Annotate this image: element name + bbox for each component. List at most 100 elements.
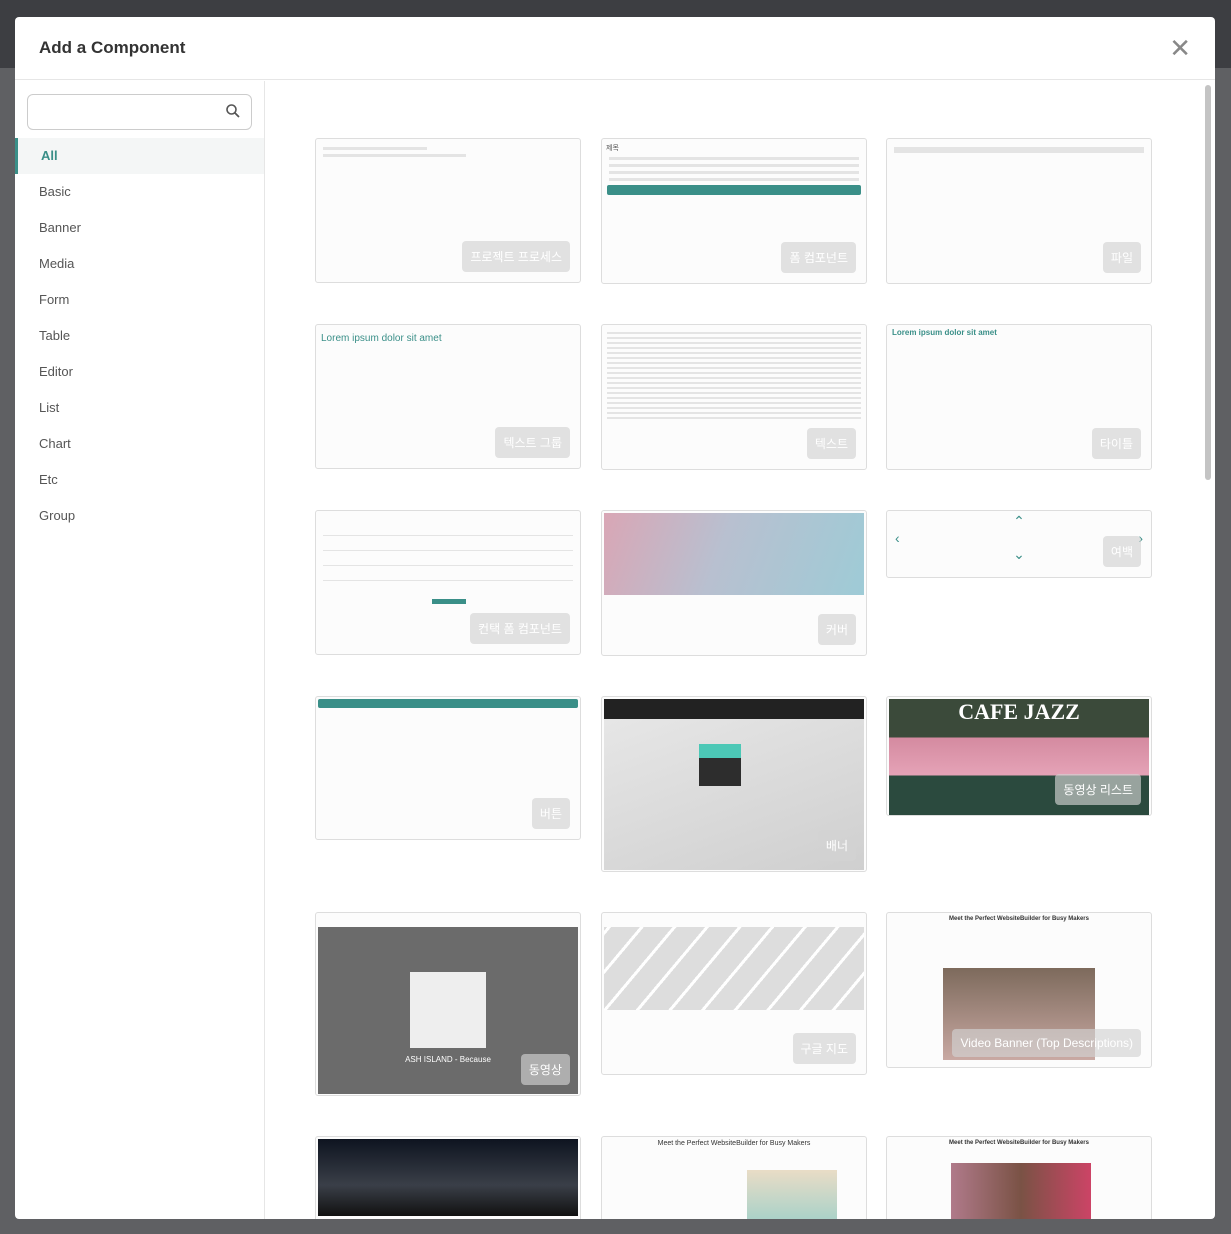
add-component-modal: Add a Component ✕ All Basic Banner Media For… [15, 17, 1215, 1219]
component-preview [609, 157, 859, 160]
component-preview [323, 580, 573, 581]
component-card[interactable]: ⌃‹›⌄여백 [886, 510, 1152, 578]
component-card[interactable]: Meet the Perfect WebsiteBuilder for Busy… [886, 1136, 1152, 1219]
sidebar-item-basic[interactable]: Basic [15, 174, 264, 210]
component-card[interactable]: CAFE JAZZ 동영상 리스트 [886, 696, 1152, 816]
component-card[interactable]: Meet the Perfect WebsiteBuilder for Busy… [601, 1136, 867, 1219]
component-preview [323, 550, 573, 551]
component-preview [607, 392, 861, 394]
component-card[interactable]: 텍스트 [601, 324, 867, 470]
component-preview [607, 402, 861, 404]
component-label: 구글 지도 [792, 1033, 856, 1064]
component-label: 폼 컴포넌트 [781, 242, 856, 273]
component-preview [607, 397, 861, 399]
component-preview [607, 367, 861, 369]
component-card[interactable]: 배너 [601, 696, 867, 872]
component-card[interactable]: 구글 지도 [601, 912, 867, 1075]
component-label: 텍스트 [806, 428, 856, 459]
component-preview [699, 744, 741, 786]
sidebar-item-editor[interactable]: Editor [15, 354, 264, 390]
component-label: 프로젝트 프로세스 [462, 241, 570, 272]
component-preview: Meet the Perfect WebsiteBuilder for Busy… [949, 916, 1089, 922]
component-preview [607, 332, 861, 334]
component-card[interactable]: Lorem ipsum dolor sit amet 타이틀 [886, 324, 1152, 470]
component-label: Video Banner (Top Descriptions) [952, 1029, 1141, 1057]
component-preview [607, 337, 861, 339]
component-card[interactable]: 커버 [601, 510, 867, 656]
component-preview [318, 521, 578, 604]
component-card[interactable]: 버튼 [315, 696, 581, 840]
component-card[interactable]: 제목 폼 컴포넌트 [601, 138, 867, 284]
component-preview [318, 1139, 578, 1216]
component-preview [318, 699, 578, 708]
component-preview [747, 1170, 837, 1219]
component-label: 배너 [817, 830, 856, 861]
sidebar-item-table[interactable]: Table [15, 318, 264, 354]
component-preview [889, 143, 1149, 157]
search-icon[interactable] [225, 103, 241, 119]
component-preview [410, 972, 486, 1048]
component-preview [604, 699, 864, 719]
component-preview [607, 387, 861, 389]
component-preview [604, 927, 864, 1010]
scrollbar[interactable] [1205, 85, 1211, 480]
modal-title: Add a Component [39, 38, 186, 57]
component-card[interactable]: 파일 [886, 138, 1152, 284]
component-preview [609, 178, 859, 181]
component-preview [607, 417, 861, 419]
component-preview [607, 185, 861, 195]
component-preview [607, 342, 861, 344]
sidebar-item-media[interactable]: Media [15, 246, 264, 282]
sidebar-item-etc[interactable]: Etc [15, 462, 264, 498]
sidebar-item-all[interactable]: All [15, 138, 264, 174]
component-preview [894, 147, 1144, 153]
sidebar-item-form[interactable]: Form [15, 282, 264, 318]
search-input[interactable] [28, 95, 251, 129]
close-icon[interactable]: ✕ [1169, 35, 1191, 61]
component-card[interactable]: 프로젝트 프로세스 [315, 138, 581, 283]
component-preview [604, 329, 864, 422]
component-preview [604, 513, 864, 595]
component-label: 동영상 리스트 [1055, 774, 1141, 805]
component-label: 파일 [1102, 242, 1141, 273]
sidebar-item-chart[interactable]: Chart [15, 426, 264, 462]
component-preview [607, 377, 861, 379]
component-preview [609, 164, 859, 167]
component-preview [323, 535, 573, 536]
component-label: 컨택 폼 컴포넌트 [470, 613, 570, 644]
component-card[interactable]: Meet the Perfect WebsiteBuilder for Busy… [886, 912, 1152, 1068]
component-preview: Lorem ipsum dolor sit amet [321, 333, 442, 344]
sidebar-item-list[interactable]: List [15, 390, 264, 426]
component-preview [607, 347, 861, 349]
component-label: 타이틀 [1091, 428, 1141, 459]
component-preview [318, 143, 578, 161]
component-preview [323, 565, 573, 566]
component-preview: Meet the Perfect WebsiteBuilder for Busy… [657, 1140, 811, 1147]
category-sidebar: All Basic Banner Media Form Table Editor List Ch… [15, 81, 265, 1219]
component-label: 커버 [817, 614, 856, 645]
component-preview: Meet the Perfect WebsiteBuilder for Busy… [949, 1140, 1089, 1146]
sidebar-item-group[interactable]: Group [15, 498, 264, 534]
component-preview [607, 362, 861, 364]
component-card[interactable]: Lorem ipsum dolor sit amet 텍스트 그룹 [315, 324, 581, 469]
component-card[interactable]: ASH ISLAND - Because 동영상 [315, 912, 581, 1096]
component-label: 여백 [1102, 536, 1141, 567]
component-preview [607, 407, 861, 409]
sidebar-item-banner[interactable]: Banner [15, 210, 264, 246]
component-preview [607, 357, 861, 359]
component-card[interactable]: Video Banner (Main Banner) [315, 1136, 581, 1219]
component-preview [607, 382, 861, 384]
component-preview [323, 154, 466, 157]
component-preview [607, 372, 861, 374]
component-preview: ⌃ [1013, 513, 1025, 529]
component-preview [951, 1163, 1091, 1219]
component-preview [607, 412, 861, 414]
component-card[interactable]: 컨택 폼 컴포넌트 [315, 510, 581, 655]
component-preview [607, 352, 861, 354]
component-grid: 프로젝트 프로세스 제목 폼 컴포넌트파일 Lorem ipsum dolor sit… [265, 81, 1215, 1219]
component-label: 버튼 [531, 798, 570, 829]
modal-header: Add a Component ✕ [15, 17, 1215, 80]
component-preview [323, 147, 427, 150]
component-preview [609, 171, 859, 174]
component-label: 동영상 [520, 1054, 570, 1085]
